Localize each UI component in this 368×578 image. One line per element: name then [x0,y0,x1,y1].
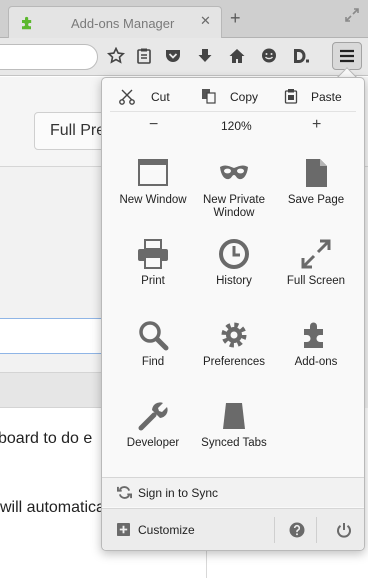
scissors-icon [119,89,135,105]
page-text-line-1: board to do e [0,430,93,447]
paste-clipboard-icon [284,89,298,104]
pocket-icon[interactable] [164,47,182,65]
find-icon [139,321,169,351]
new-window-icon [138,159,168,186]
new-private-window-button[interactable]: New Private Window [191,157,277,227]
edit-controls: Cut Copy Paste [102,84,364,110]
browser-window: Full Preview board to do e will automati… [0,0,368,578]
gear-icon [221,322,247,348]
wrench-icon [138,402,168,431]
power-quit-icon[interactable] [336,522,352,538]
customize-plus-icon [117,523,130,536]
full-screen-label: Full Screen [286,275,346,287]
copy-label: Copy [230,90,259,104]
synced-tabs-button[interactable]: Synced Tabs [191,400,277,470]
zoom-controls: − 120% + [102,114,364,138]
sign-in-to-sync-label: Sign in to Sync [138,486,219,500]
print-button[interactable]: Print [110,238,196,308]
save-page-icon [306,159,327,187]
puzzle-icon [304,322,323,348]
downloads-icon[interactable] [196,47,214,65]
save-page-button[interactable]: Save Page [273,157,359,227]
paste-label: Paste [311,90,342,104]
developer-label: Developer [126,437,180,449]
new-private-window-label: New Private Window [203,194,265,219]
footer-separator [316,517,317,543]
preferences-label: Preferences [202,356,265,368]
tab-addons-manager[interactable]: Add-ons Manager ✕ [8,6,222,38]
preferences-button[interactable]: Preferences [191,319,277,389]
find-button[interactable]: Find [110,319,196,389]
new-tab-button[interactable]: + [230,8,241,28]
customize-button[interactable]: Customize [102,509,274,551]
bookmark-star-icon[interactable] [107,47,125,65]
add-ons-label: Add-ons [294,356,338,368]
copy-icon [202,89,216,104]
tab-close-icon[interactable]: ✕ [200,13,211,29]
tab-strip: Add-ons Manager ✕ + [0,0,368,38]
save-page-label: Save Page [287,194,345,206]
cut-button[interactable]: Cut [102,84,188,110]
synced-tabs-label: Synced Tabs [201,437,267,449]
help-icon[interactable] [289,522,305,538]
hamburger-menu-icon [340,49,354,63]
history-button[interactable]: History [191,238,277,308]
history-label: History [216,275,252,287]
edit-zoom-separator [110,111,356,112]
add-ons-button[interactable]: Add-ons [273,319,359,389]
print-label: Print [141,275,165,287]
developer-button[interactable]: Developer [110,400,196,470]
tab-title: Add-ons Manager [71,16,175,31]
print-icon [138,239,168,269]
navigation-toolbar [0,38,368,76]
puzzle-favicon-icon [22,16,32,30]
zoom-out-button[interactable]: − [149,116,158,134]
clipboard-icon[interactable] [135,47,153,65]
restore-window-icon[interactable] [344,7,360,23]
find-label: Find [141,356,165,368]
private-mask-icon [220,165,248,180]
zoom-in-button[interactable]: + [312,116,321,134]
new-window-label: New Window [119,194,187,206]
history-icon [219,239,249,269]
sync-icon [117,486,132,499]
sign-in-to-sync-button[interactable]: Sign in to Sync [102,477,364,507]
copy-button[interactable]: Copy [191,84,277,110]
synced-tabs-icon [223,403,245,429]
customize-label: Customize [138,523,195,537]
page-text-line-2: will automaticall [0,499,113,516]
footer-separator [274,517,275,543]
paste-button[interactable]: Paste [280,84,364,110]
main-menu-panel: Cut Copy Paste − 120% + New Window New P… [101,77,365,551]
hello-chat-icon[interactable] [260,47,278,65]
home-icon[interactable] [228,47,246,65]
full-screen-icon [301,239,331,269]
extension-d-icon[interactable] [292,47,310,65]
open-menu-button[interactable] [332,42,362,70]
panel-footer: Customize [102,508,364,550]
cut-label: Cut [151,90,170,104]
full-screen-button[interactable]: Full Screen [273,238,359,308]
new-window-button[interactable]: New Window [110,157,196,227]
url-bar[interactable] [0,44,98,70]
zoom-reset-button[interactable]: 120% [221,119,252,133]
